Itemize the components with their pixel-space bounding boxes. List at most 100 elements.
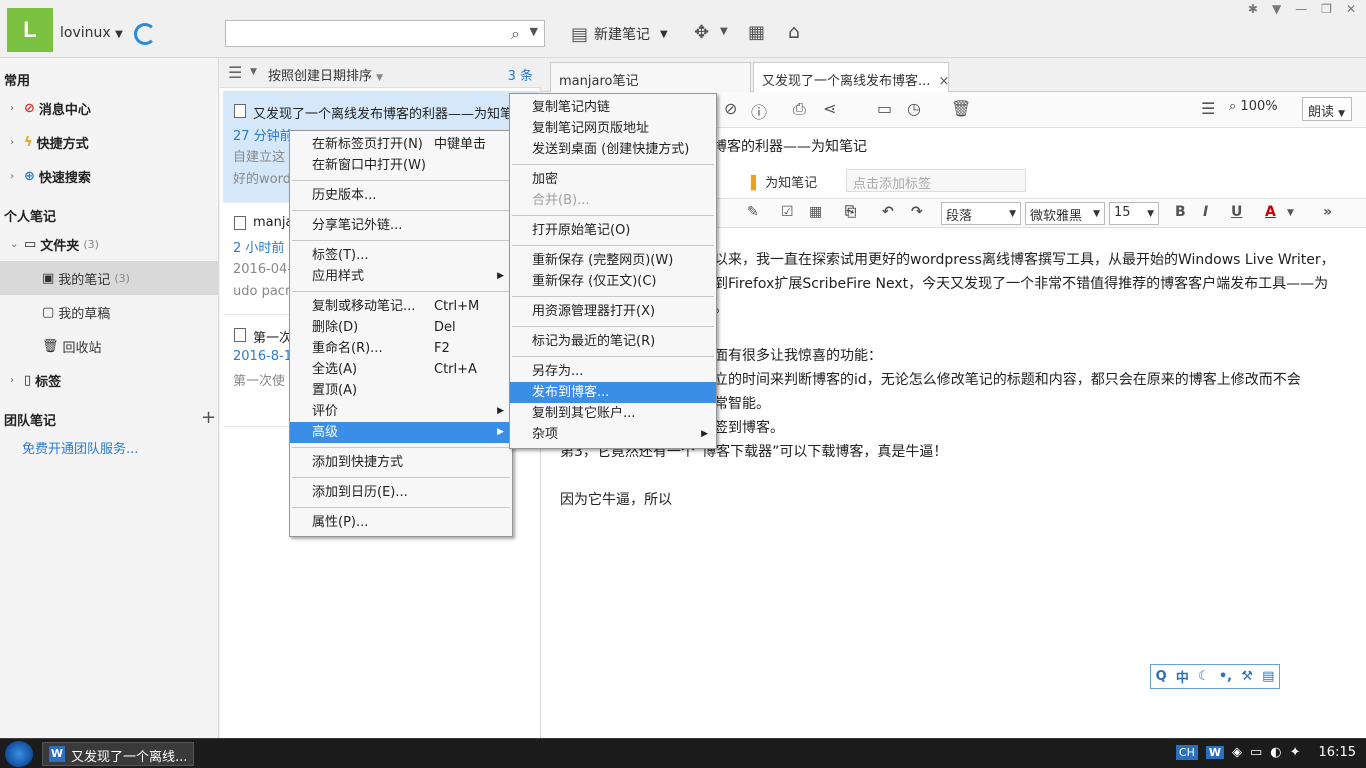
clipboard-icon[interactable]: ▤	[1262, 669, 1274, 684]
sidebar-item-trash[interactable]: 🗑 回收站	[42, 337, 102, 356]
menu-item[interactable]: 发送到桌面 (创建快捷方式)	[510, 139, 716, 160]
read-aloud-button[interactable]: 朗读 ▼	[1302, 97, 1352, 121]
pin-icon[interactable]: ✱	[1248, 2, 1258, 16]
chevron-down-icon[interactable]: ▼	[1287, 208, 1294, 218]
notebook-selector[interactable]: ▌ 为知笔记	[751, 172, 817, 191]
sort-dropdown[interactable]: 按照创建日期排序 ▼	[268, 65, 383, 84]
share-icon[interactable]: ⋖	[823, 99, 836, 118]
menu-item[interactable]: 发布到博客...	[510, 382, 716, 403]
close-icon[interactable]: ×	[939, 74, 948, 89]
ime-chinese-mode[interactable]: 中	[1176, 667, 1189, 686]
home-icon[interactable]: ⌂	[788, 21, 800, 43]
menu-item[interactable]: 添加到快捷方式	[290, 452, 512, 473]
tools-icon[interactable]: ✦	[1290, 745, 1301, 760]
menu-item[interactable]: 复制到其它账户...	[510, 403, 716, 424]
sidebar-item-quick-search[interactable]: › ⊕ 快速搜索	[10, 167, 91, 186]
chevron-right-icon[interactable]: ›	[10, 171, 20, 182]
menu-item[interactable]: 标签(T)...	[290, 245, 512, 266]
restore-icon[interactable]: ❐	[1321, 2, 1332, 16]
info-icon[interactable]: ⓘ	[751, 99, 767, 123]
menu-item[interactable]: 全选(A) Ctrl+A	[290, 359, 512, 380]
menu-item[interactable]: 评价 ▶	[290, 401, 512, 422]
tag-input[interactable]: 点击添加标签	[846, 169, 1026, 192]
menu-item[interactable]: 加密	[510, 169, 716, 190]
menu-icon[interactable]: ▼	[1272, 2, 1281, 16]
punctuation-icon[interactable]: •,	[1219, 669, 1232, 684]
menu-item[interactable]: 复制或移动笔记... Ctrl+M	[290, 296, 512, 317]
italic-icon[interactable]: I	[1203, 204, 1208, 220]
grid-icon[interactable]: ▦	[748, 22, 765, 43]
network-icon[interactable]: ◈	[1232, 745, 1242, 760]
menu-item[interactable]: 标记为最近的笔记(R)	[510, 331, 716, 352]
search-icon[interactable]: ⌕	[511, 24, 520, 44]
menu-item[interactable]: 属性(P)...	[290, 512, 512, 533]
tab-manjaro[interactable]: manjaro笔记	[550, 62, 751, 92]
table-icon[interactable]: ▦	[809, 204, 822, 220]
menu-item[interactable]: 置顶(A)	[290, 380, 512, 401]
tab-current-note[interactable]: 又发现了一个离线发布博客... ×	[753, 62, 949, 92]
font-select[interactable]: 微软雅黑 ▼	[1025, 202, 1105, 225]
sidebar-item-tags[interactable]: › ▯ 标签	[10, 371, 61, 390]
menu-item[interactable]: 添加到日历(E)...	[290, 482, 512, 503]
minimize-icon[interactable]: —	[1295, 2, 1307, 16]
sidebar-item-drafts[interactable]: ▢ 我的草稿	[42, 303, 110, 322]
chevron-down-icon[interactable]: ▼	[530, 25, 538, 38]
paragraph-select[interactable]: 段落 ▼	[941, 202, 1021, 225]
chevron-right-icon[interactable]: ›	[10, 375, 20, 386]
menu-item[interactable]: 应用样式 ▶	[290, 266, 512, 287]
chevron-down-icon[interactable]: ⌄	[10, 239, 20, 250]
attachment-icon[interactable]: ⊘	[724, 99, 737, 118]
start-button[interactable]	[5, 741, 33, 767]
menu-item[interactable]: 另存为...	[510, 361, 716, 382]
moon-icon[interactable]: ☾	[1198, 669, 1210, 684]
avatar[interactable]: L	[7, 8, 53, 52]
folder-tray-icon[interactable]: ▭	[1250, 745, 1262, 760]
chevron-right-icon[interactable]: ›	[10, 103, 20, 114]
menu-item[interactable]: 在新窗口中打开(W)	[290, 155, 512, 176]
menu-item[interactable]: 复制笔记网页版地址	[510, 118, 716, 139]
menu-item[interactable]: 高级 ▶	[290, 422, 512, 443]
list-view-icon[interactable]: ☰	[228, 63, 242, 82]
edit-icon[interactable]: ✎	[747, 204, 759, 220]
ime-search-icon[interactable]: Q	[1156, 669, 1167, 684]
volume-icon[interactable]: ◐	[1270, 745, 1281, 760]
close-icon[interactable]: ✕	[1346, 2, 1356, 16]
chevron-down-icon[interactable]: ▼	[720, 26, 728, 37]
taskbar-item[interactable]: W 又发现了一个离线...	[42, 742, 194, 766]
page-title[interactable]: 搏客的利器——为知笔记	[713, 136, 867, 156]
underline-icon[interactable]: U	[1231, 204, 1242, 220]
clock-icon[interactable]: ◷	[907, 99, 921, 118]
chevron-right-icon[interactable]: ›	[10, 137, 20, 148]
comment-icon[interactable]: ▭	[877, 99, 892, 118]
sidebar-item-my-notes[interactable]: ▣ 我的笔记 (3)	[42, 269, 130, 288]
move-icon[interactable]: ✥	[694, 22, 709, 43]
font-size-select[interactable]: 15 ▼	[1109, 202, 1159, 225]
chevron-down-icon[interactable]: ▼	[660, 29, 668, 40]
menu-item[interactable]: 用资源管理器打开(X)	[510, 301, 716, 322]
more-icon[interactable]: »	[1323, 204, 1332, 220]
input-language[interactable]: CH	[1175, 745, 1198, 760]
bold-icon[interactable]: B	[1175, 204, 1186, 220]
menu-item[interactable]: 打开原始笔记(O)	[510, 220, 716, 241]
menu-item[interactable]: 历史版本...	[290, 185, 512, 206]
menu-item[interactable]: 重新保存 (完整网页)(W)	[510, 250, 716, 271]
print-icon[interactable]: ⎙	[793, 99, 806, 119]
search-input[interactable]: ⌕ ▼	[225, 20, 545, 47]
chevron-down-icon[interactable]: ▼	[250, 67, 257, 77]
sidebar-item-shortcuts[interactable]: › ϟ 快捷方式	[10, 133, 89, 152]
menu-item[interactable]: 分享笔记外链...	[290, 215, 512, 236]
redo-icon[interactable]: ↷	[911, 204, 923, 220]
clock[interactable]: 16:15	[1319, 745, 1356, 760]
checkbox-icon[interactable]: ☑	[781, 204, 794, 220]
username-dropdown[interactable]: lovinux ▼	[60, 25, 123, 41]
wrench-icon[interactable]: ⚒	[1241, 669, 1253, 684]
sidebar-item-folders[interactable]: ⌄ ▭ 文件夹 (3)	[10, 235, 99, 254]
menu-item[interactable]: 复制笔记内链	[510, 97, 716, 118]
zoom-level[interactable]: ⌕ 100%	[1229, 99, 1278, 114]
sidebar-item-messages[interactable]: › ⊘ 消息中心	[10, 99, 91, 118]
new-note-button[interactable]: ▤ 新建笔记 ▼	[571, 22, 668, 46]
sync-icon[interactable]	[134, 23, 156, 45]
menu-item[interactable]: 杂项 ▶	[510, 424, 716, 445]
delete-icon[interactable]: 🗑	[951, 99, 971, 118]
team-add-button[interactable]: +	[201, 407, 216, 428]
